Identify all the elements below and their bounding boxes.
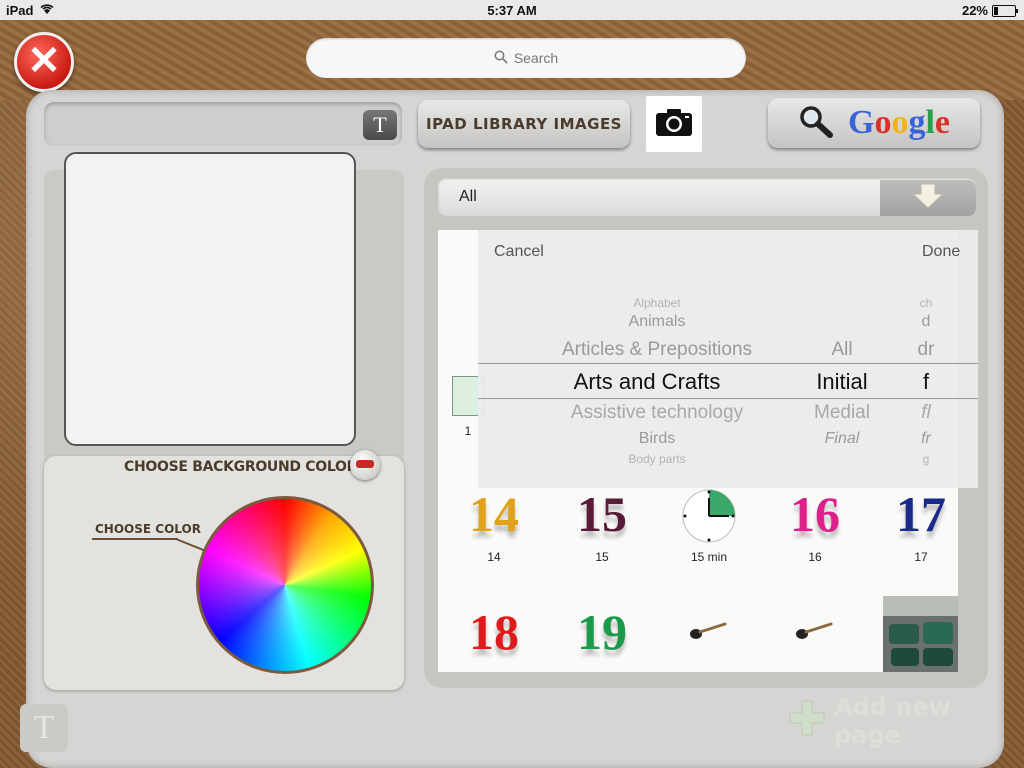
picker-item[interactable]: Birds: [478, 430, 836, 448]
picker-item[interactable]: dr: [896, 339, 956, 361]
library-label: IPAD LIBRARY IMAGES: [425, 115, 622, 133]
picker-item[interactable]: g: [896, 452, 956, 466]
picker-item-selected[interactable]: Initial: [800, 369, 884, 395]
grid-tile-spoon[interactable]: [659, 616, 759, 651]
search-icon: [494, 50, 508, 67]
grid-tile-15[interactable]: 15 15: [552, 486, 652, 564]
text-style-button[interactable]: T: [363, 110, 397, 140]
tile-number: 16: [790, 486, 840, 542]
spoon-icon: [690, 622, 727, 639]
picker-item[interactable]: Final: [800, 430, 884, 448]
choose-color-label: CHOOSE COLOR: [95, 522, 201, 536]
google-search-button[interactable]: Google: [768, 98, 980, 148]
grid-tile-photo[interactable]: [882, 596, 958, 672]
picker-item[interactable]: fr: [896, 430, 956, 448]
title-input[interactable]: [44, 102, 402, 146]
grid-tile-16[interactable]: 16 16: [765, 486, 865, 564]
picker-item-selected[interactable]: f: [896, 369, 956, 395]
plus-icon: [788, 699, 826, 743]
grid-tile-18[interactable]: 18: [444, 604, 544, 660]
grid-tile-14[interactable]: 14 14: [444, 486, 544, 564]
clock-icon: [659, 486, 759, 543]
ipad-library-images-button[interactable]: IPAD LIBRARY IMAGES: [418, 100, 630, 148]
add-page-label: Add new page: [834, 693, 951, 749]
status-bar: iPad 5:37 AM 22%: [0, 0, 1024, 20]
tile-label: 16: [808, 550, 822, 564]
battery-percent: 22%: [961, 3, 988, 18]
pointer-line: [92, 538, 178, 540]
grid-tile-17[interactable]: 17 17: [871, 486, 958, 564]
google-logo: Google: [848, 104, 950, 141]
search-placeholder: Search: [513, 50, 559, 66]
picker-item[interactable]: Assistive technology: [478, 402, 836, 424]
clock: 5:37 AM: [487, 3, 537, 18]
picker-item[interactable]: Alphabet: [478, 296, 836, 310]
picker-item[interactable]: All: [800, 339, 884, 361]
picker-item[interactable]: ch: [896, 296, 956, 310]
picker-item[interactable]: Animals: [478, 313, 836, 331]
vehicle-seats-image: [883, 596, 958, 672]
image-preview[interactable]: [64, 152, 356, 446]
picker-item[interactable]: Body parts: [478, 452, 836, 466]
close-button[interactable]: ✕: [14, 32, 74, 92]
picker-done-button[interactable]: Done: [922, 243, 960, 261]
grid-tile-15-min[interactable]: 15 min: [659, 486, 759, 564]
tile-label: 14: [487, 550, 501, 564]
grid-tile-19[interactable]: 19: [552, 604, 652, 660]
search-bar[interactable]: Search: [306, 38, 746, 78]
tile-number: 15: [577, 486, 627, 542]
tile-number: 14: [469, 486, 519, 542]
picker-item[interactable]: fl: [896, 402, 956, 424]
tile-label: 17: [914, 550, 928, 564]
picker-item-selected[interactable]: Arts and Crafts: [458, 369, 836, 395]
picker-item[interactable]: Medial: [800, 402, 884, 424]
arrow-down-icon: [910, 182, 946, 215]
picker-item[interactable]: Articles & Prepositions: [478, 339, 836, 361]
picker-cancel-button[interactable]: Cancel: [494, 243, 544, 261]
tile-number: 17: [896, 486, 946, 542]
add-new-page-button[interactable]: Add new page: [788, 692, 1002, 750]
camera-icon: [654, 106, 694, 143]
color-wheel[interactable]: [196, 496, 374, 674]
minus-icon: [356, 460, 374, 468]
choose-background-color-title: CHOOSE BACKGROUND COLOR: [124, 459, 358, 475]
grid-tile-spoon[interactable]: [765, 616, 865, 651]
spoon-icon: [796, 622, 833, 639]
dropdown-button[interactable]: [880, 180, 976, 216]
battery-icon: [992, 4, 1018, 17]
tile-number: 19: [577, 604, 627, 660]
magnifier-icon: [798, 104, 834, 143]
category-selected: All: [459, 188, 477, 205]
tile-label: 15 min: [690, 550, 728, 564]
remove-button[interactable]: [350, 450, 380, 480]
picker-selection-line-bottom: [478, 398, 978, 399]
text-tool-button[interactable]: T: [20, 704, 68, 752]
camera-button[interactable]: [646, 96, 702, 152]
tile-number: 18: [469, 604, 519, 660]
tile-label: 15: [595, 550, 609, 564]
picker-item[interactable]: d: [896, 313, 956, 331]
picker-selection-line-top: [478, 363, 978, 364]
